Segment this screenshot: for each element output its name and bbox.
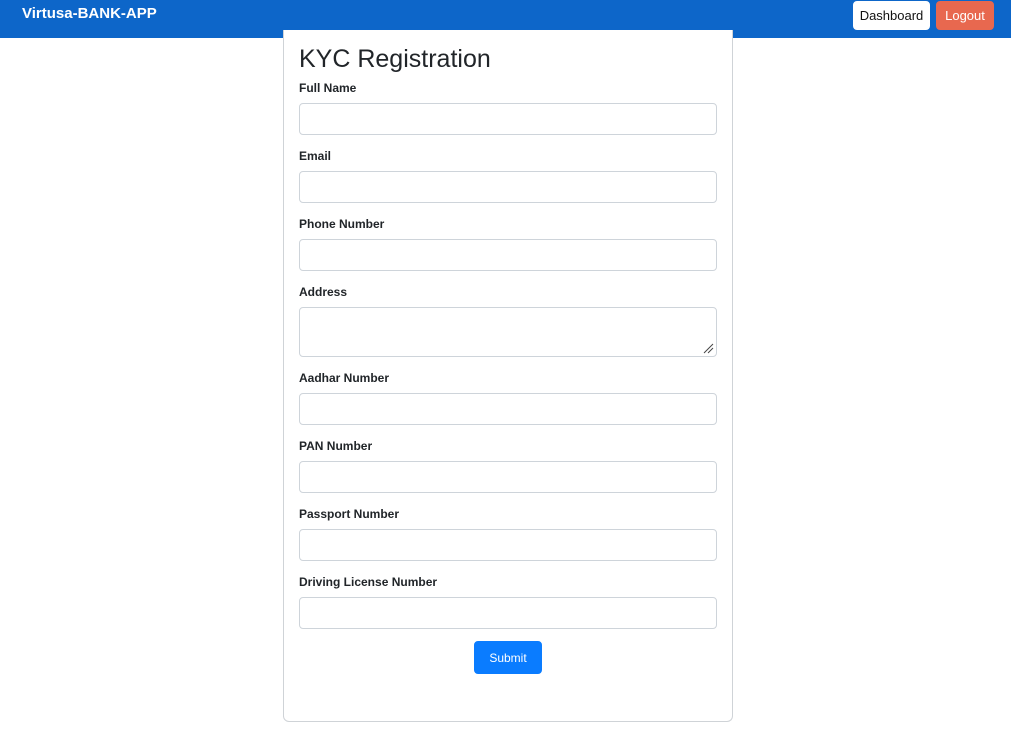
dashboard-button[interactable]: Dashboard [853, 1, 930, 30]
passport-number-label: Passport Number [299, 507, 400, 521]
logout-button[interactable]: Logout [936, 1, 994, 30]
aadhar-number-input[interactable] [299, 393, 717, 425]
pan-number-input[interactable] [299, 461, 717, 493]
page-title: KYC Registration [299, 45, 491, 73]
phone-number-input[interactable] [299, 239, 717, 271]
driving-license-number-label: Driving License Number [299, 575, 438, 589]
passport-number-input[interactable] [299, 529, 717, 561]
phone-number-label: Phone Number [299, 217, 385, 231]
email-label: Email [299, 149, 332, 163]
brand-title[interactable]: Virtusa-BANK-APP [22, 5, 157, 22]
aadhar-number-label: Aadhar Number [299, 371, 390, 385]
email-input[interactable] [299, 171, 717, 203]
address-label: Address [299, 285, 348, 299]
full-name-input[interactable] [299, 103, 717, 135]
full-name-label: Full Name [299, 81, 357, 95]
address-textarea[interactable] [299, 307, 717, 357]
submit-button[interactable]: Submit [474, 641, 542, 674]
resize-grip-icon[interactable] [702, 342, 714, 354]
pan-number-label: PAN Number [299, 439, 373, 453]
driving-license-number-input[interactable] [299, 597, 717, 629]
